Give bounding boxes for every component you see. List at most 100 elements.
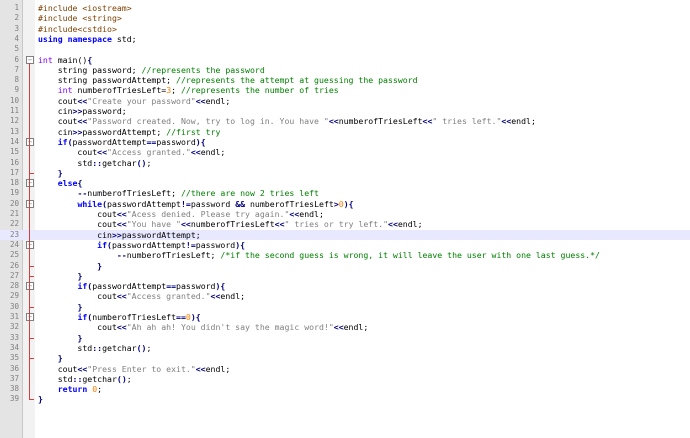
code-line[interactable]: 27 } xyxy=(0,270,690,281)
line-number: 10 xyxy=(9,95,19,105)
code-token: main() xyxy=(52,54,88,65)
code-token: != xyxy=(180,198,191,209)
code-token: >> xyxy=(72,106,83,116)
code-line[interactable]: 25 --numberofTriesLeft; /*if the second … xyxy=(0,250,690,260)
code-token: } xyxy=(57,167,63,178)
code-line[interactable]: 15 cout<<"Access granted."<<endl; xyxy=(0,147,690,157)
code-text: } xyxy=(38,353,63,363)
code-line[interactable]: 30 } xyxy=(0,301,690,312)
code-line[interactable]: 24− if(passwordAttempt!=password){ xyxy=(0,240,690,250)
code-text: } xyxy=(38,271,82,281)
code-token: endl; xyxy=(205,363,231,374)
code-line[interactable]: 1 #include <iostream> xyxy=(0,3,690,13)
code-line[interactable]: 14− if(passwordAttempt==password){ xyxy=(0,137,690,147)
code-line[interactable]: 17 } xyxy=(0,167,690,178)
code-line[interactable]: 39} xyxy=(0,394,690,404)
code-token: if xyxy=(77,281,88,292)
code-line[interactable]: 28− if(passwordAttempt==password){ xyxy=(0,281,690,291)
fold-toggle-icon[interactable]: − xyxy=(26,240,34,249)
code-token: () xyxy=(116,373,127,384)
code-token: "Ah ah ah! You didn't say the magic word… xyxy=(126,322,334,333)
code-line[interactable]: 29 cout<<"Access granted."<<endl; xyxy=(0,291,690,301)
code-token: << xyxy=(328,116,339,127)
code-token: //represents the password xyxy=(141,64,265,75)
code-token: cout xyxy=(38,95,78,106)
code-token: std xyxy=(38,157,93,168)
fold-toggle-icon[interactable]: − xyxy=(26,282,34,291)
line-number: 20 xyxy=(9,198,19,208)
code-line[interactable]: 5 xyxy=(0,44,690,54)
line-number: 17 xyxy=(9,167,19,177)
code-token: using namespace xyxy=(38,33,112,44)
code-token: << xyxy=(195,95,206,106)
code-line[interactable]: 6− int main(){ xyxy=(0,55,690,65)
code-token: << xyxy=(274,219,285,230)
line-number: 16 xyxy=(9,157,19,167)
code-token: password xyxy=(156,136,196,147)
code-line[interactable]: 35 } xyxy=(0,353,690,363)
code-line[interactable]: 20− while(passwordAttempt!=password && n… xyxy=(0,199,690,209)
code-line[interactable]: 13 cin>>passwordAttempt; //first try xyxy=(0,127,690,137)
fold-toggle-icon[interactable]: − xyxy=(26,137,34,146)
code-line[interactable]: 8 string passwordAttempt; //represents t… xyxy=(0,75,690,85)
code-editor[interactable]: 1 #include <iostream> 2 #include <string> 3 #… xyxy=(0,0,690,438)
code-text: std::getchar(); xyxy=(38,158,151,168)
code-token: password xyxy=(190,198,236,209)
code-text: if(passwordAttempt==password){ xyxy=(38,281,225,291)
code-token: passwordAttempt; xyxy=(82,126,167,137)
code-line[interactable]: 12 cout<<"Password created. Now, try to … xyxy=(0,116,690,126)
code-line[interactable]: 26 } xyxy=(0,260,690,271)
code-token: password; xyxy=(82,106,127,116)
code-line[interactable]: 4 using namespace std; xyxy=(0,34,690,44)
code-line[interactable]: 2 #include <string> xyxy=(0,13,690,23)
code-token: " tries left." xyxy=(432,116,502,127)
code-token: passwordAttempt; xyxy=(121,229,201,240)
code-text: int main(){ xyxy=(38,55,92,65)
code-line[interactable]: 33 } xyxy=(0,332,690,343)
line-number: 8 xyxy=(14,75,19,85)
line-number: 31 xyxy=(9,312,19,321)
code-token: password xyxy=(176,281,216,292)
code-text: #include<cstdio> xyxy=(38,24,117,34)
code-line[interactable]: 9 int numberofTriesLeft=3; //represents … xyxy=(0,85,690,95)
code-line[interactable]: 19 --numberofTriesLeft; //there are now … xyxy=(0,188,690,198)
code-token: != xyxy=(185,239,196,250)
code-line[interactable]: 36 cout<<"Press Enter to exit."<<endl; xyxy=(0,364,690,374)
code-token: "Press Enter to exit." xyxy=(87,363,196,374)
code-token: std xyxy=(38,342,93,353)
code-line[interactable]: 37 std::getchar(); xyxy=(0,374,690,384)
code-token: cout xyxy=(38,147,98,158)
code-text: std::getchar(); xyxy=(38,374,132,384)
fold-toggle-icon[interactable]: − xyxy=(26,199,34,208)
code-text: cout<<"Access granted."<<endl; xyxy=(38,291,245,301)
code-token: ){ xyxy=(190,312,201,322)
code-token: :: xyxy=(92,342,103,353)
code-token: endl; xyxy=(220,291,246,302)
code-line[interactable]: 10 cout<<"Create your password"<<endl; xyxy=(0,96,690,106)
code-line[interactable]: 34 std::getchar(); xyxy=(0,343,690,353)
fold-toggle-icon[interactable]: − xyxy=(26,179,34,188)
code-token: cout xyxy=(38,219,117,230)
code-text: cout<<"Password created. Now, try to log… xyxy=(38,116,536,126)
code-text: cout<<"Create your password"<<endl; xyxy=(38,95,231,106)
code-line[interactable]: 11 cin>>password; xyxy=(0,106,690,116)
line-number: 5 xyxy=(14,44,19,54)
code-line[interactable]: 3 #include<cstdio> xyxy=(0,24,690,34)
code-line[interactable]: 21 cout<<"Acess denied. Please try again… xyxy=(0,209,690,219)
code-line[interactable]: 31− if(numberofTriesLeft==0){ xyxy=(0,312,690,322)
code-line[interactable]: 16 std::getchar(); xyxy=(0,158,690,168)
fold-toggle-icon[interactable]: − xyxy=(26,55,34,64)
code-line[interactable]: 23 cin>>passwordAttempt; xyxy=(0,229,690,240)
code-token: } xyxy=(77,301,83,312)
code-token: "Acess denied. Please try again." xyxy=(126,209,290,219)
code-token: cout xyxy=(38,291,117,302)
code-line[interactable]: 32 cout<<"Ah ah ah! You didn't say the m… xyxy=(0,322,690,332)
fold-toggle-icon[interactable]: − xyxy=(26,313,34,321)
code-token: ){ xyxy=(195,136,206,147)
code-line[interactable]: 38 return 0; xyxy=(0,384,690,394)
code-line[interactable]: 18− else{ xyxy=(0,178,690,188)
code-line[interactable]: 7 string password; //represents the pass… xyxy=(0,65,690,75)
code-line[interactable]: 22 cout<<"You have "<<numberofTriesLeft<… xyxy=(0,219,690,229)
